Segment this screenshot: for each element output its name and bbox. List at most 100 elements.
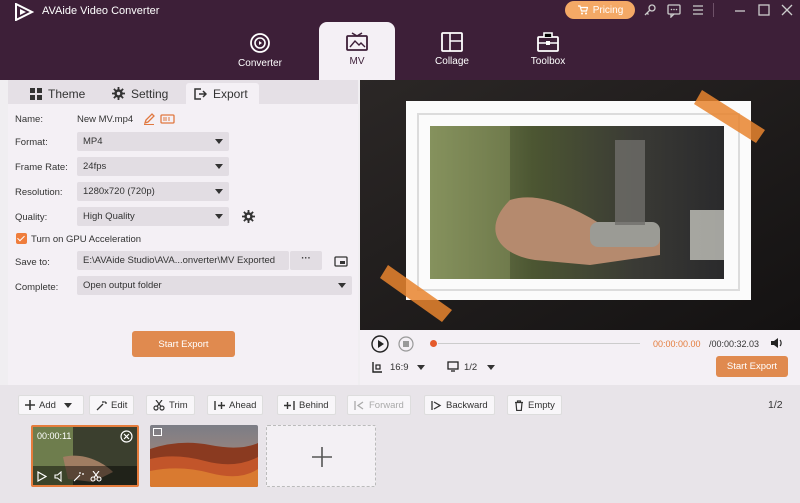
converter-icon bbox=[250, 33, 270, 53]
start-export-preview-button[interactable]: Start Export bbox=[716, 356, 788, 377]
resolution-value: 1280x720 (720p) bbox=[83, 186, 155, 197]
feedback-icon[interactable] bbox=[666, 2, 682, 18]
clip-thumbnail-2[interactable] bbox=[150, 425, 258, 487]
save-to-path[interactable]: E:\AVAide Studio\AVA...onverter\MV Expor… bbox=[77, 251, 289, 270]
tab-collage-label: Collage bbox=[435, 56, 469, 67]
clip-play-icon[interactable] bbox=[37, 471, 47, 482]
chevron-down-icon bbox=[215, 189, 223, 194]
add-clip-button[interactable] bbox=[266, 425, 376, 487]
behind-label: Behind bbox=[299, 399, 329, 411]
backward-button[interactable]: Backward bbox=[424, 395, 495, 415]
format-label: Format: bbox=[15, 137, 48, 148]
tab-converter-label: Converter bbox=[238, 58, 282, 69]
timeline-area: Add Edit Trim Ahead Behind Forward Backw… bbox=[0, 385, 800, 503]
add-button[interactable]: Add bbox=[18, 395, 84, 415]
tab-toolbox[interactable]: Toolbox bbox=[510, 22, 586, 80]
trim-label: Trim bbox=[169, 399, 188, 411]
forward-button[interactable]: Forward bbox=[347, 395, 411, 415]
resolution-select[interactable]: 1280x720 (720p) bbox=[77, 182, 229, 201]
export-settings-panel: Theme Setting Export Name: New MV.mp4 Fo… bbox=[8, 80, 358, 385]
tab-collage[interactable]: Collage bbox=[414, 22, 490, 80]
clip-2-preview bbox=[150, 425, 258, 487]
gpu-acceleration-label: Turn on GPU Acceleration bbox=[31, 234, 142, 245]
quality-select[interactable]: High Quality bbox=[77, 207, 229, 226]
playback-controls: 00:00:00.00 /00:00:32.03 16:9 1/2 Start … bbox=[360, 330, 800, 385]
key-icon[interactable] bbox=[642, 2, 658, 18]
open-folder-icon[interactable] bbox=[334, 255, 348, 267]
subtab-export-label: Export bbox=[213, 86, 248, 101]
clip-edit-icon[interactable] bbox=[73, 471, 84, 482]
resolution-label: Resolution: bbox=[15, 187, 63, 198]
chevron-down-icon bbox=[215, 164, 223, 169]
current-time: 00:00:00.00 bbox=[653, 339, 701, 349]
quality-settings-gear-icon[interactable] bbox=[242, 210, 255, 223]
browse-button[interactable]: ··· bbox=[290, 251, 322, 270]
chevron-down-icon[interactable] bbox=[487, 365, 495, 370]
edit-button[interactable]: Edit bbox=[89, 395, 135, 415]
magic-wand-icon bbox=[96, 400, 107, 410]
pricing-label: Pricing bbox=[592, 4, 624, 16]
tab-toolbox-label: Toolbox bbox=[530, 56, 566, 67]
forward-icon bbox=[354, 400, 364, 410]
subtab-setting-label: Setting bbox=[131, 86, 169, 101]
frame-rate-value: 24fps bbox=[83, 161, 107, 172]
progress-track[interactable] bbox=[438, 343, 640, 344]
rename-field-icon[interactable] bbox=[160, 113, 175, 125]
clip-page-indicator: 1/2 bbox=[768, 399, 783, 411]
chevron-down-icon bbox=[215, 214, 223, 219]
cart-icon bbox=[577, 5, 588, 15]
titlebar-divider bbox=[713, 3, 714, 17]
forward-label: Forward bbox=[369, 399, 404, 411]
ahead-button[interactable]: Ahead bbox=[207, 395, 264, 415]
start-export-button[interactable]: Start Export bbox=[132, 331, 235, 357]
chevron-down-icon bbox=[63, 402, 72, 408]
empty-label: Empty bbox=[528, 399, 555, 411]
play-icon[interactable] bbox=[371, 335, 389, 353]
behind-button[interactable]: Behind bbox=[277, 395, 336, 415]
quality-label: Quality: bbox=[15, 212, 48, 223]
plus-icon bbox=[25, 400, 35, 410]
minimize-icon[interactable] bbox=[732, 2, 748, 18]
maximize-icon[interactable] bbox=[756, 2, 772, 18]
remove-clip-icon[interactable] bbox=[120, 430, 133, 443]
trim-button[interactable]: Trim bbox=[146, 395, 195, 415]
clip-thumbnail-1[interactable]: 00:00:11 bbox=[31, 425, 139, 487]
close-icon[interactable] bbox=[779, 2, 795, 18]
subtab-setting[interactable]: Setting bbox=[104, 83, 176, 104]
complete-value: Open output folder bbox=[83, 280, 162, 291]
video-preview bbox=[360, 80, 800, 330]
frame-rate-label: Frame Rate: bbox=[15, 162, 68, 173]
add-label: Add bbox=[39, 399, 56, 411]
frame-rate-select[interactable]: 24fps bbox=[77, 157, 229, 176]
clip-trim-icon[interactable] bbox=[90, 471, 102, 482]
complete-select[interactable]: Open output folder bbox=[77, 276, 352, 295]
progress-handle[interactable] bbox=[430, 340, 437, 347]
tab-converter[interactable]: Converter bbox=[222, 22, 298, 80]
menu-icon[interactable] bbox=[690, 2, 706, 18]
subtab-theme[interactable]: Theme bbox=[22, 83, 93, 104]
edit-label: Edit bbox=[111, 399, 128, 411]
aspect-ratio-icon bbox=[372, 362, 382, 373]
app-logo-icon bbox=[15, 3, 34, 21]
tab-mv[interactable]: MV bbox=[319, 22, 395, 80]
chevron-down-icon bbox=[215, 139, 223, 144]
pricing-button[interactable]: Pricing bbox=[565, 1, 635, 19]
clip-2-badge-icon bbox=[153, 428, 162, 436]
subtab-export[interactable]: Export bbox=[186, 83, 259, 104]
export-icon bbox=[194, 87, 207, 100]
title-bar: AVAide Video Converter Pricing Converter… bbox=[0, 0, 800, 80]
tab-mv-label: MV bbox=[349, 56, 365, 67]
screen-value[interactable]: 1/2 bbox=[464, 362, 477, 373]
clip-1-duration: 00:00:11 bbox=[37, 431, 72, 441]
volume-icon[interactable] bbox=[770, 337, 784, 349]
empty-button[interactable]: Empty bbox=[507, 395, 562, 415]
quality-value: High Quality bbox=[83, 211, 135, 222]
format-select[interactable]: MP4 bbox=[77, 132, 229, 151]
stop-icon[interactable] bbox=[398, 336, 414, 352]
gpu-acceleration-checkbox[interactable] bbox=[16, 233, 27, 244]
rename-pencil-icon[interactable] bbox=[143, 113, 155, 125]
theme-icon bbox=[30, 87, 42, 100]
chevron-down-icon[interactable] bbox=[417, 365, 425, 370]
clip-audio-icon[interactable] bbox=[54, 471, 66, 482]
aspect-ratio-value[interactable]: 16:9 bbox=[390, 362, 409, 373]
